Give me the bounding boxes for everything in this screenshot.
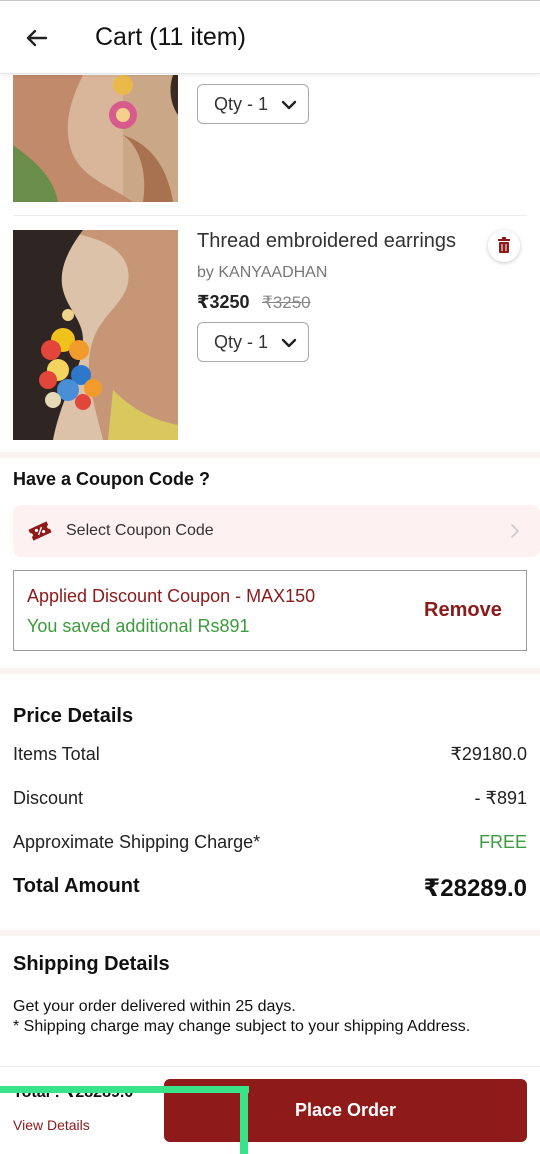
checkout-footer: Total : ₹28289.0 View Details Place Orde… (0, 1066, 540, 1154)
back-button[interactable] (20, 21, 54, 55)
product-image[interactable] (13, 75, 178, 202)
quantity-select[interactable]: Qty - 1 (197, 322, 309, 362)
page-title: Cart (11 item) (95, 23, 246, 51)
total-amount-value: ₹28289.0 (423, 875, 527, 902)
product-name[interactable]: Thread embroidered earrings (197, 230, 456, 253)
price-details-title: Price Details (13, 705, 134, 727)
coupon-heading: Have a Coupon Code ? (13, 469, 211, 489)
items-total-label: Items Total (13, 744, 100, 764)
shipping-disclaimer-text: * Shipping charge may change subject to … (13, 1018, 471, 1035)
highlight-overlay (240, 1086, 248, 1154)
view-details-link[interactable]: View Details (13, 1117, 90, 1133)
delivery-estimate-text: Get your order delivered within 25 days. (13, 998, 296, 1015)
quantity-label: Qty - 1 (214, 94, 269, 114)
item-divider (13, 215, 527, 216)
quantity-select[interactable]: Qty - 1 (197, 84, 309, 124)
discount-label: Discount (13, 788, 84, 808)
total-amount-label: Total Amount (13, 875, 140, 897)
coupon-tag-icon (28, 521, 52, 541)
shipping-charge-label: Approximate Shipping Charge* (13, 832, 261, 852)
select-coupon-label: Select Coupon Code (66, 522, 214, 539)
trash-icon (498, 237, 510, 253)
delete-item-button[interactable] (488, 230, 520, 262)
shipping-charge-value: FREE (478, 832, 527, 852)
section-divider (0, 452, 540, 458)
arrow-left-icon (26, 29, 48, 47)
section-divider (0, 668, 540, 674)
section-divider (0, 930, 540, 936)
quantity-label: Qty - 1 (214, 332, 269, 352)
chevron-down-icon (281, 100, 297, 110)
product-mrp: ₹3250 (262, 293, 311, 312)
highlight-overlay (0, 1086, 249, 1093)
remove-coupon-button[interactable]: Remove (424, 599, 502, 622)
product-price: ₹3250 (197, 292, 250, 312)
items-total-value: ₹29180.0 (450, 744, 527, 764)
product-image[interactable] (13, 230, 178, 440)
select-coupon-button[interactable]: Select Coupon Code (13, 505, 540, 557)
applied-coupon-title: Applied Discount Coupon - MAX150 (27, 586, 316, 606)
coupon-savings-text: You saved additional Rs891 (27, 616, 250, 636)
shipping-details-title: Shipping Details (13, 953, 170, 975)
discount-value: - ₹891 (474, 788, 527, 808)
applied-coupon-card: Applied Discount Coupon - MAX150 You sav… (13, 570, 527, 651)
product-brand: by KANYAADHAN (197, 264, 328, 281)
chevron-right-icon (511, 524, 520, 538)
app-header: Cart (11 item) (0, 0, 540, 74)
chevron-down-icon (281, 338, 297, 348)
